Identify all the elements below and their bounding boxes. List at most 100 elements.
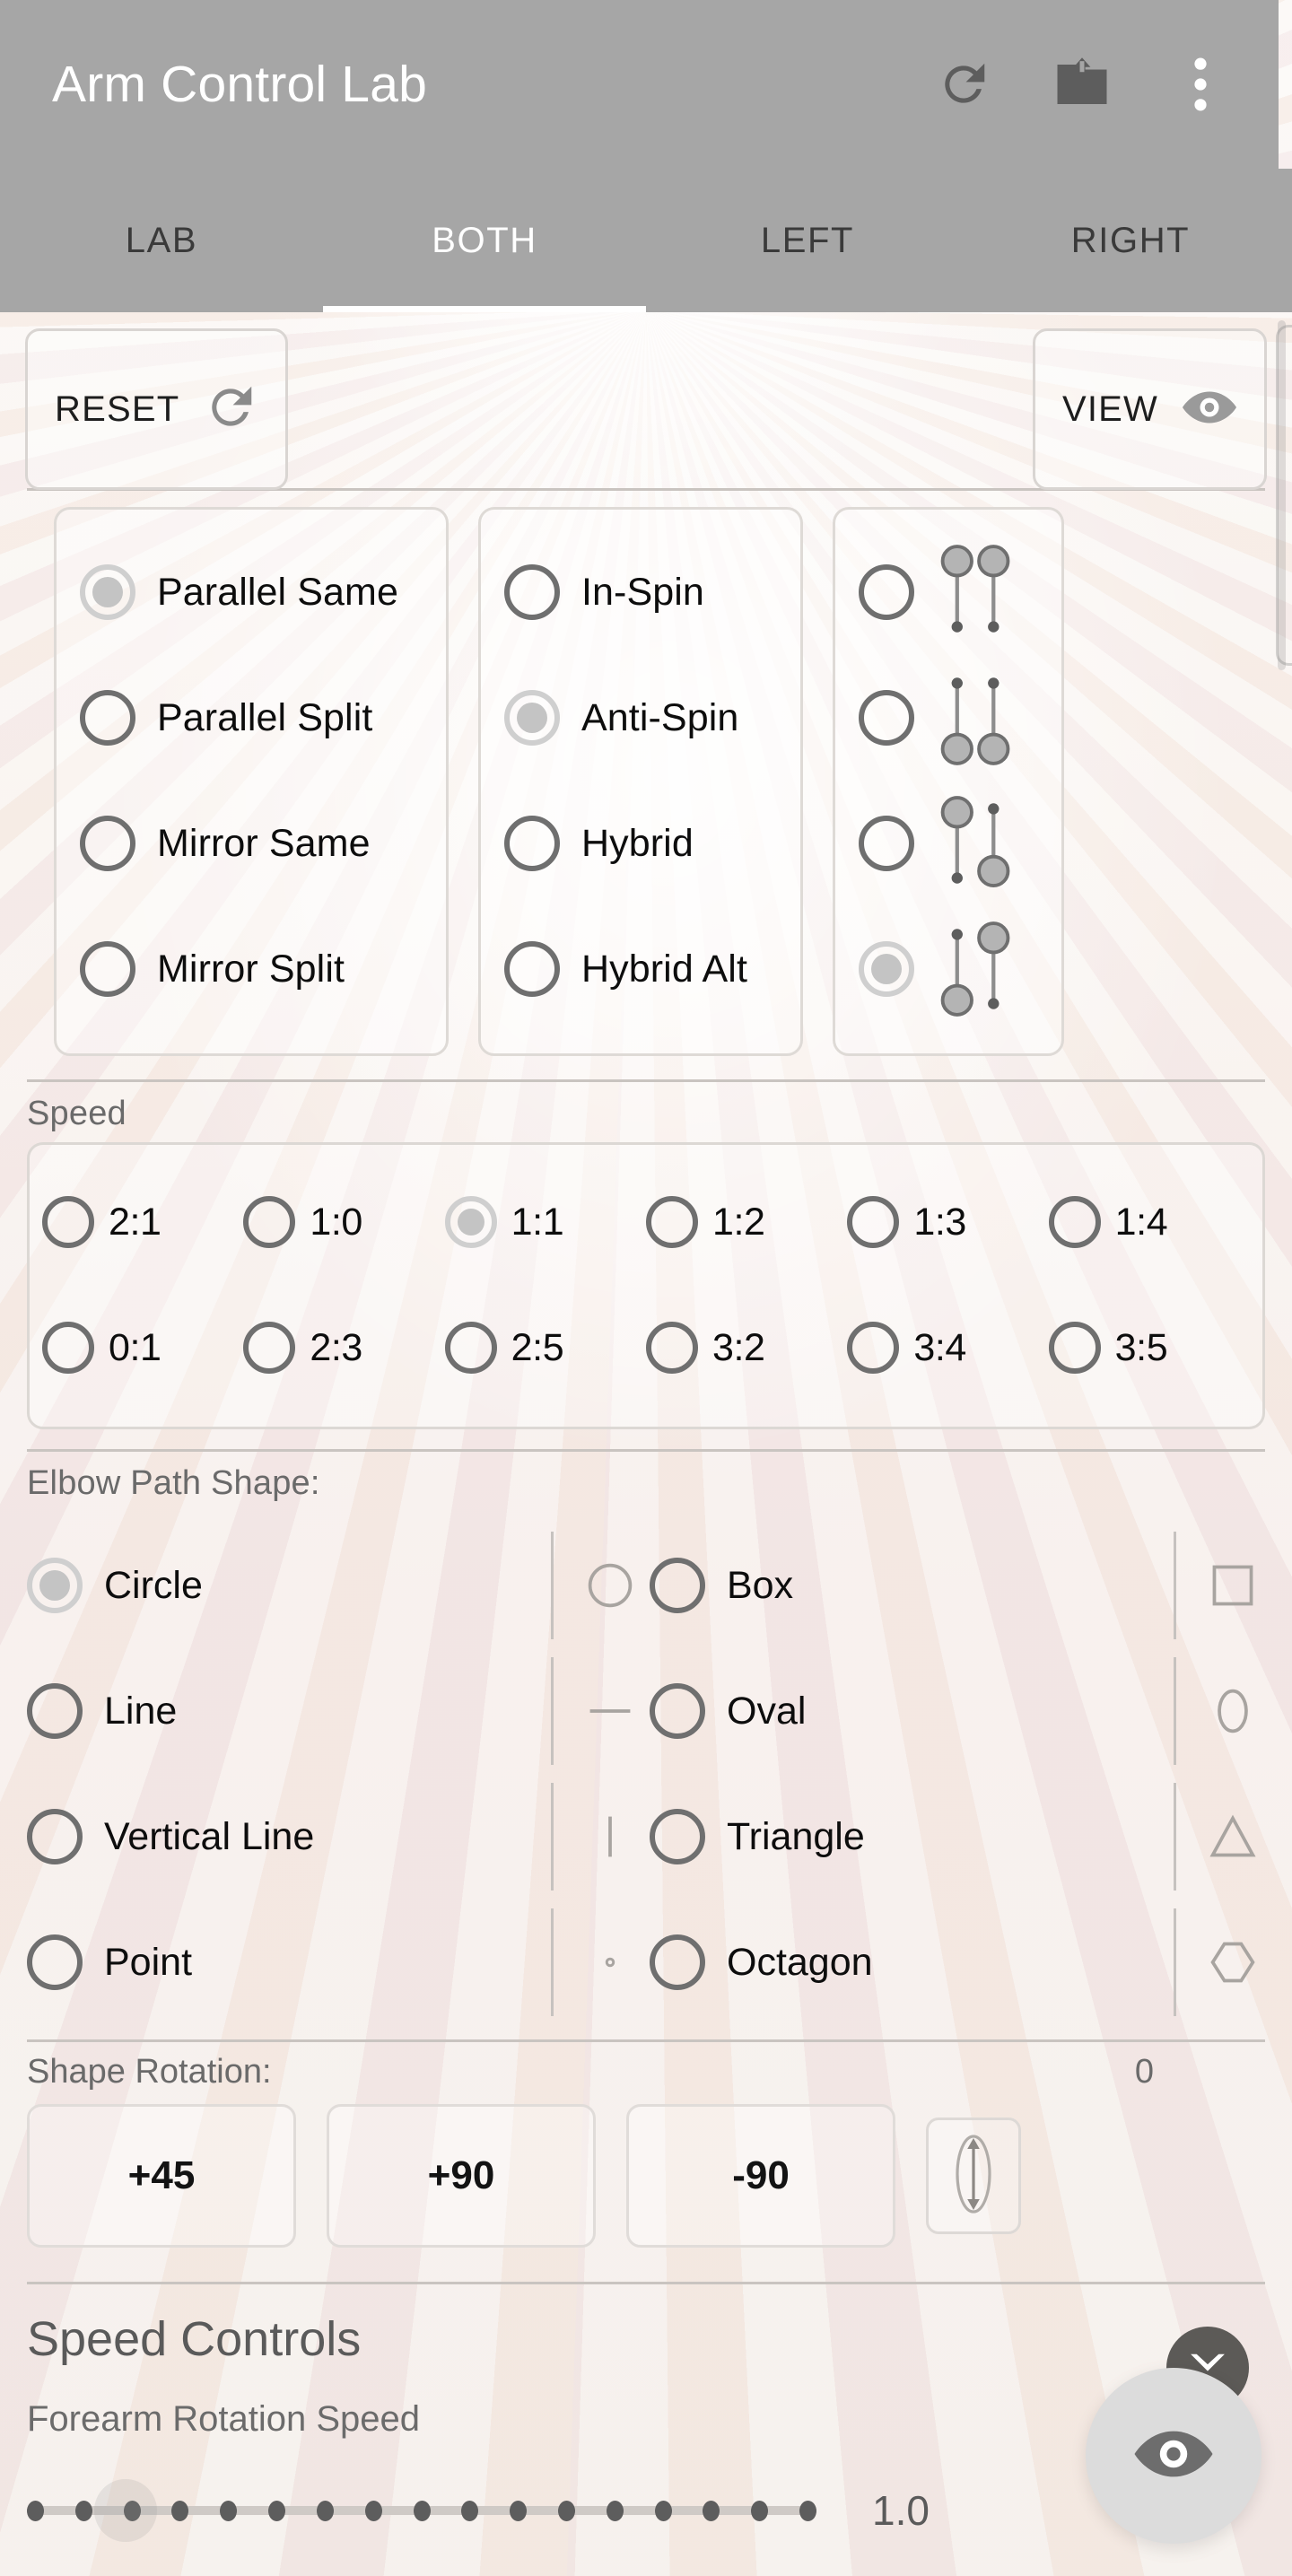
- radio-label: Hybrid Alt: [581, 947, 748, 991]
- radio-parallel-same[interactable]: Parallel Same: [80, 529, 423, 655]
- radio-indicator: [859, 816, 914, 871]
- radio-indicator: [80, 941, 135, 997]
- overflow-menu-icon[interactable]: [1162, 46, 1239, 123]
- speed-option-label: 0:1: [109, 1325, 162, 1369]
- radio-indicator: [847, 1196, 900, 1248]
- tab-lab[interactable]: LAB: [0, 169, 323, 312]
- forearm-rotation-speed-row: 1.0: [27, 2440, 1265, 2542]
- tab-right[interactable]: RIGHT: [969, 169, 1292, 312]
- speed-option-label: 1:1: [511, 1200, 564, 1244]
- speed-option-1-1[interactable]: 1:1: [444, 1196, 646, 1248]
- speed-option-2-3[interactable]: 2:3: [243, 1322, 444, 1374]
- speed-option-label: 1:4: [1114, 1200, 1168, 1244]
- shape-option-circle[interactable]: Circle: [27, 1523, 650, 1648]
- reset-button[interactable]: RESET: [25, 328, 289, 490]
- speed-section-title: Speed: [27, 1095, 127, 1132]
- slider-tick: [27, 2500, 44, 2521]
- elbow-path-left-column: Circle Line Vertical Line Point: [27, 1523, 650, 2025]
- mode-cards-row: Parallel Same Parallel Split Mirror Same…: [0, 491, 1292, 1056]
- speed-option-3-5[interactable]: 3:5: [1048, 1322, 1250, 1374]
- line-shape-icon: [551, 1657, 650, 1765]
- speed-option-1-0[interactable]: 1:0: [243, 1196, 444, 1248]
- radio-label: Mirror Split: [157, 947, 345, 991]
- shape-option-vertical-line[interactable]: Vertical Line: [27, 1774, 650, 1899]
- tab-left[interactable]: LEFT: [646, 169, 969, 312]
- speed-option-2-5[interactable]: 2:5: [444, 1322, 646, 1374]
- rotate-minus-90-button[interactable]: -90: [626, 2104, 895, 2248]
- octagon-shape-icon: [1174, 1908, 1272, 2016]
- radio-label: Anti-Spin: [581, 695, 739, 739]
- box-shape-icon: [1174, 1532, 1272, 1639]
- shape-option-octagon[interactable]: Octagon: [650, 1899, 1272, 2025]
- radio-indicator: [650, 1558, 705, 1613]
- speed-option-1-2[interactable]: 1:2: [645, 1196, 847, 1248]
- speed-option-0-1[interactable]: 0:1: [42, 1322, 243, 1374]
- shape-option-oval[interactable]: Oval: [650, 1648, 1272, 1774]
- radio-indicator: [859, 690, 914, 746]
- radio-indicator: [650, 1934, 705, 1990]
- radio-label: Mirror Same: [157, 821, 371, 865]
- radio-phase-2[interactable]: [859, 655, 1038, 781]
- slider-tick: [510, 2500, 528, 2521]
- speed-controls-title: Speed Controls: [27, 2312, 362, 2366]
- radio-label: Parallel Same: [157, 570, 398, 614]
- pendulum-both-top-icon: [936, 544, 1017, 641]
- pendulum-split-a-icon: [936, 795, 1017, 892]
- view-button-label: VIEW: [1061, 389, 1158, 429]
- radio-label: In-Spin: [581, 570, 704, 614]
- slider-thumb[interactable]: [94, 2479, 157, 2542]
- speed-option-3-4[interactable]: 3:4: [847, 1322, 1048, 1374]
- app-bar-actions: [925, 46, 1239, 123]
- spin-mode-card: In-Spin Anti-Spin Hybrid Hybrid Alt: [478, 507, 803, 1056]
- radio-parallel-split[interactable]: Parallel Split: [80, 655, 423, 781]
- slider-tick: [461, 2500, 479, 2521]
- radio-indicator: [27, 1558, 83, 1613]
- tab-both[interactable]: BOTH: [323, 169, 646, 312]
- radio-mirror-split[interactable]: Mirror Split: [80, 906, 423, 1032]
- radio-indicator: [859, 564, 914, 620]
- radio-phase-3[interactable]: [859, 781, 1038, 906]
- radio-indicator: [650, 1683, 705, 1739]
- radio-mirror-same[interactable]: Mirror Same: [80, 781, 423, 906]
- speed-option-label: 1:3: [913, 1200, 966, 1244]
- radio-phase-1[interactable]: [859, 529, 1038, 655]
- radio-indicator: [650, 1809, 705, 1864]
- vertical-double-arrow-icon: [950, 2133, 997, 2220]
- rotate-plus-90-button[interactable]: +90: [327, 2104, 596, 2248]
- rotation-indicator[interactable]: [926, 2118, 1021, 2234]
- speed-option-label: 2:5: [511, 1325, 564, 1369]
- forearm-rotation-speed-slider[interactable]: [27, 2479, 816, 2542]
- radio-indicator: [847, 1322, 900, 1374]
- speed-option-1-4[interactable]: 1:4: [1048, 1196, 1250, 1248]
- radio-hybrid[interactable]: Hybrid: [504, 781, 777, 906]
- radio-indicator: [859, 941, 914, 997]
- slider-tick: [220, 2500, 238, 2521]
- radio-indicator: [27, 1683, 83, 1739]
- elbow-path-group: Circle Line Vertical Line Point Box Oval…: [0, 1512, 1292, 2025]
- shape-option-label: Box: [727, 1563, 794, 1607]
- speed-option-2-1[interactable]: 2:1: [42, 1196, 243, 1248]
- slider-tick: [364, 2500, 382, 2521]
- folder-upload-icon[interactable]: [1043, 46, 1121, 123]
- speed-option-3-2[interactable]: 3:2: [645, 1322, 847, 1374]
- radio-indicator: [444, 1196, 497, 1248]
- speed-option-1-3[interactable]: 1:3: [847, 1196, 1048, 1248]
- slider-tick: [316, 2500, 334, 2521]
- radio-hybrid-alt[interactable]: Hybrid Alt: [504, 906, 777, 1032]
- view-fab-button[interactable]: [1086, 2368, 1261, 2544]
- radio-indicator: [42, 1322, 94, 1374]
- speed-option-label: 3:2: [711, 1325, 765, 1369]
- radio-in-spin[interactable]: In-Spin: [504, 529, 777, 655]
- shape-rotation-title: Shape Rotation:: [27, 2053, 272, 2091]
- shape-option-triangle[interactable]: Triangle: [650, 1774, 1272, 1899]
- radio-anti-spin[interactable]: Anti-Spin: [504, 655, 777, 781]
- view-button[interactable]: VIEW: [1032, 328, 1267, 490]
- shape-option-point[interactable]: Point: [27, 1899, 650, 2025]
- shape-option-line[interactable]: Line: [27, 1648, 650, 1774]
- shape-option-label: Vertical Line: [104, 1814, 315, 1858]
- rotate-plus-45-button[interactable]: +45: [27, 2104, 296, 2248]
- shape-option-box[interactable]: Box: [650, 1523, 1272, 1648]
- vertical-scrollbar[interactable]: [1278, 320, 1286, 670]
- radio-phase-4[interactable]: [859, 906, 1038, 1032]
- refresh-icon[interactable]: [925, 46, 1002, 123]
